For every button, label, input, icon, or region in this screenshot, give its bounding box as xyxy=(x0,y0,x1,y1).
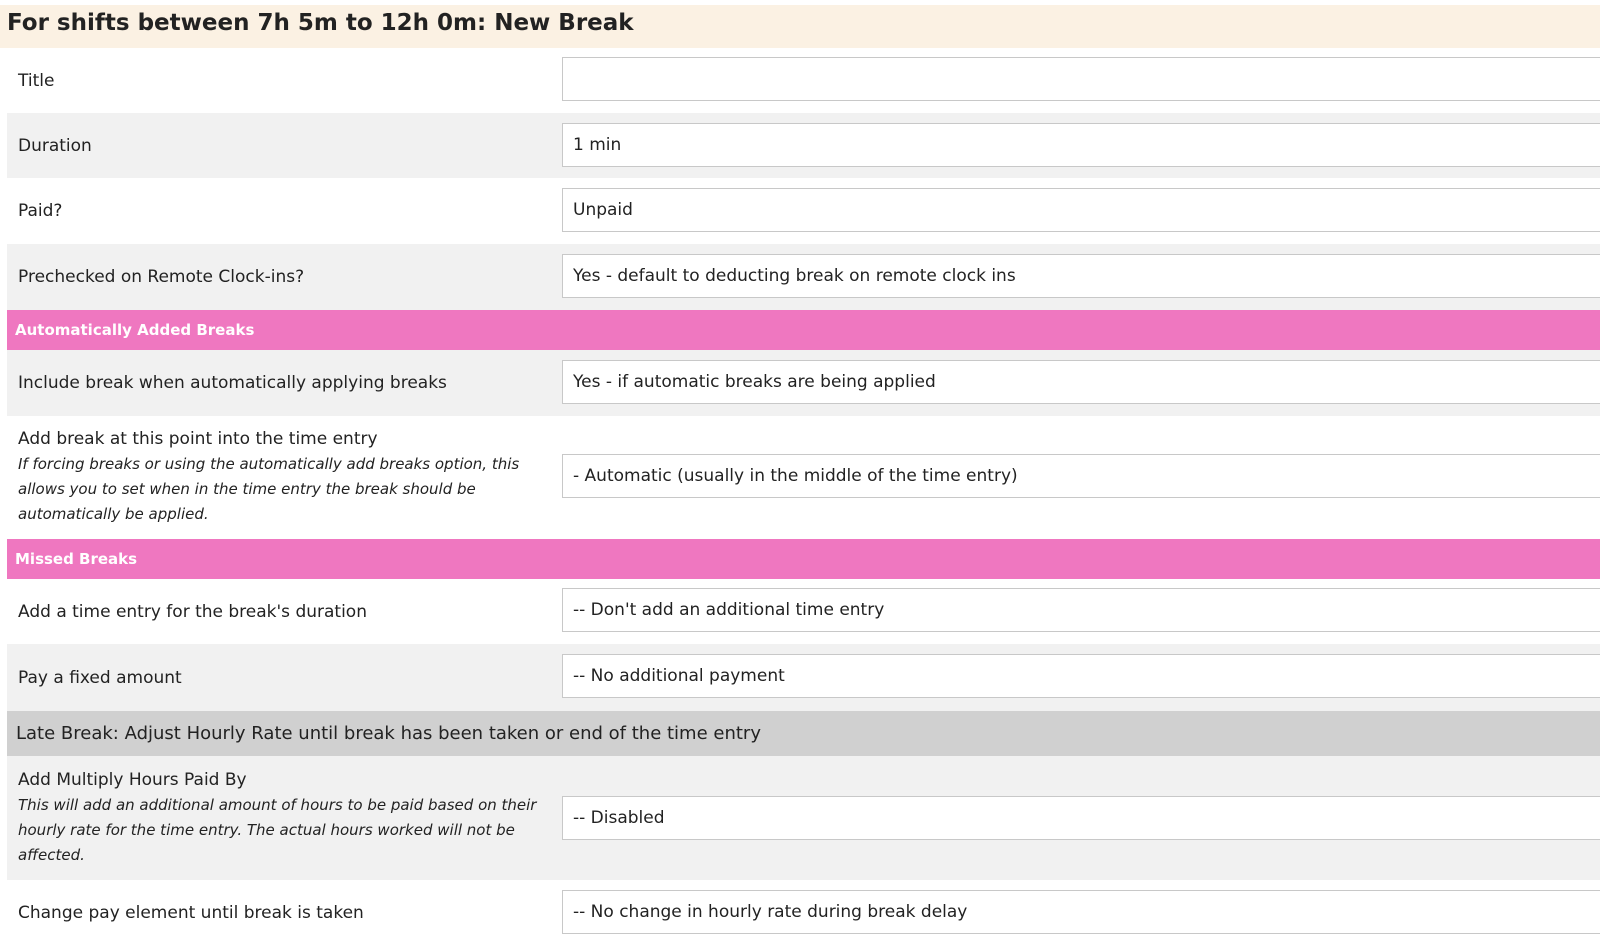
prechecked-label: Prechecked on Remote Clock-ins? xyxy=(18,267,305,287)
section-late-break: Late Break: Adjust Hourly Rate until bre… xyxy=(7,711,1600,756)
add-break-point-description: If forcing breaks or using the automatic… xyxy=(18,455,520,523)
missed-time-entry-label: Add a time entry for the break's duratio… xyxy=(18,601,367,622)
row-title: Title xyxy=(7,48,1600,113)
paid-label: Paid? xyxy=(18,201,63,221)
duration-label: Duration xyxy=(18,135,92,156)
row-include-break: Include break when automatically applyin… xyxy=(7,350,1600,416)
multiply-hours-select[interactable]: -- Disabled xyxy=(562,796,1600,840)
fixed-amount-label: Pay a fixed amount xyxy=(18,667,182,688)
section-automatically-added-breaks: Automatically Added Breaks xyxy=(7,310,1600,350)
row-prechecked: Prechecked on Remote Clock-ins? Yes - de… xyxy=(7,244,1600,310)
row-pay-element: Change pay element until break is taken … xyxy=(7,880,1600,946)
duration-select[interactable]: 1 min xyxy=(562,123,1600,167)
missed-time-entry-select[interactable]: -- Don't add an additional time entry xyxy=(562,588,1600,632)
row-duration: Duration 1 min xyxy=(7,113,1600,178)
row-missed-time-entry: Add a time entry for the break's duratio… xyxy=(7,579,1600,644)
include-break-label: Include break when automatically applyin… xyxy=(18,373,447,393)
title-input[interactable] xyxy=(562,57,1600,101)
page-header: For shifts between 7h 5m to 12h 0m: New … xyxy=(0,5,1600,48)
row-paid: Paid? Unpaid xyxy=(7,178,1600,244)
pay-element-label: Change pay element until break is taken xyxy=(18,903,364,923)
prechecked-select[interactable]: Yes - default to deducting break on remo… xyxy=(562,254,1600,298)
include-break-select[interactable]: Yes - if automatic breaks are being appl… xyxy=(562,360,1600,404)
break-settings-page: For shifts between 7h 5m to 12h 0m: New … xyxy=(0,0,1600,952)
add-break-point-select[interactable]: - Automatic (usually in the middle of th… xyxy=(562,454,1600,498)
pay-element-select[interactable]: -- No change in hourly rate during break… xyxy=(562,890,1600,934)
multiply-hours-description: This will add an additional amount of ho… xyxy=(18,795,537,864)
title-label: Title xyxy=(18,70,55,91)
fixed-amount-select[interactable]: -- No additional payment xyxy=(562,654,1600,698)
multiply-hours-label: Add Multiply Hours Paid By This will add… xyxy=(7,769,562,868)
row-add-break-point: Add break at this point into the time en… xyxy=(7,416,1600,539)
row-fixed-amount: Pay a fixed amount -- No additional paym… xyxy=(7,644,1600,711)
paid-select[interactable]: Unpaid xyxy=(562,188,1600,232)
break-form: Title Duration 1 min Paid? Unpaid Preche… xyxy=(7,48,1600,946)
add-break-point-label: Add break at this point into the time en… xyxy=(7,428,562,527)
page-title: For shifts between 7h 5m to 12h 0m: New … xyxy=(7,10,634,36)
row-multiply-hours: Add Multiply Hours Paid By This will add… xyxy=(7,756,1600,880)
section-missed-breaks: Missed Breaks xyxy=(7,539,1600,579)
